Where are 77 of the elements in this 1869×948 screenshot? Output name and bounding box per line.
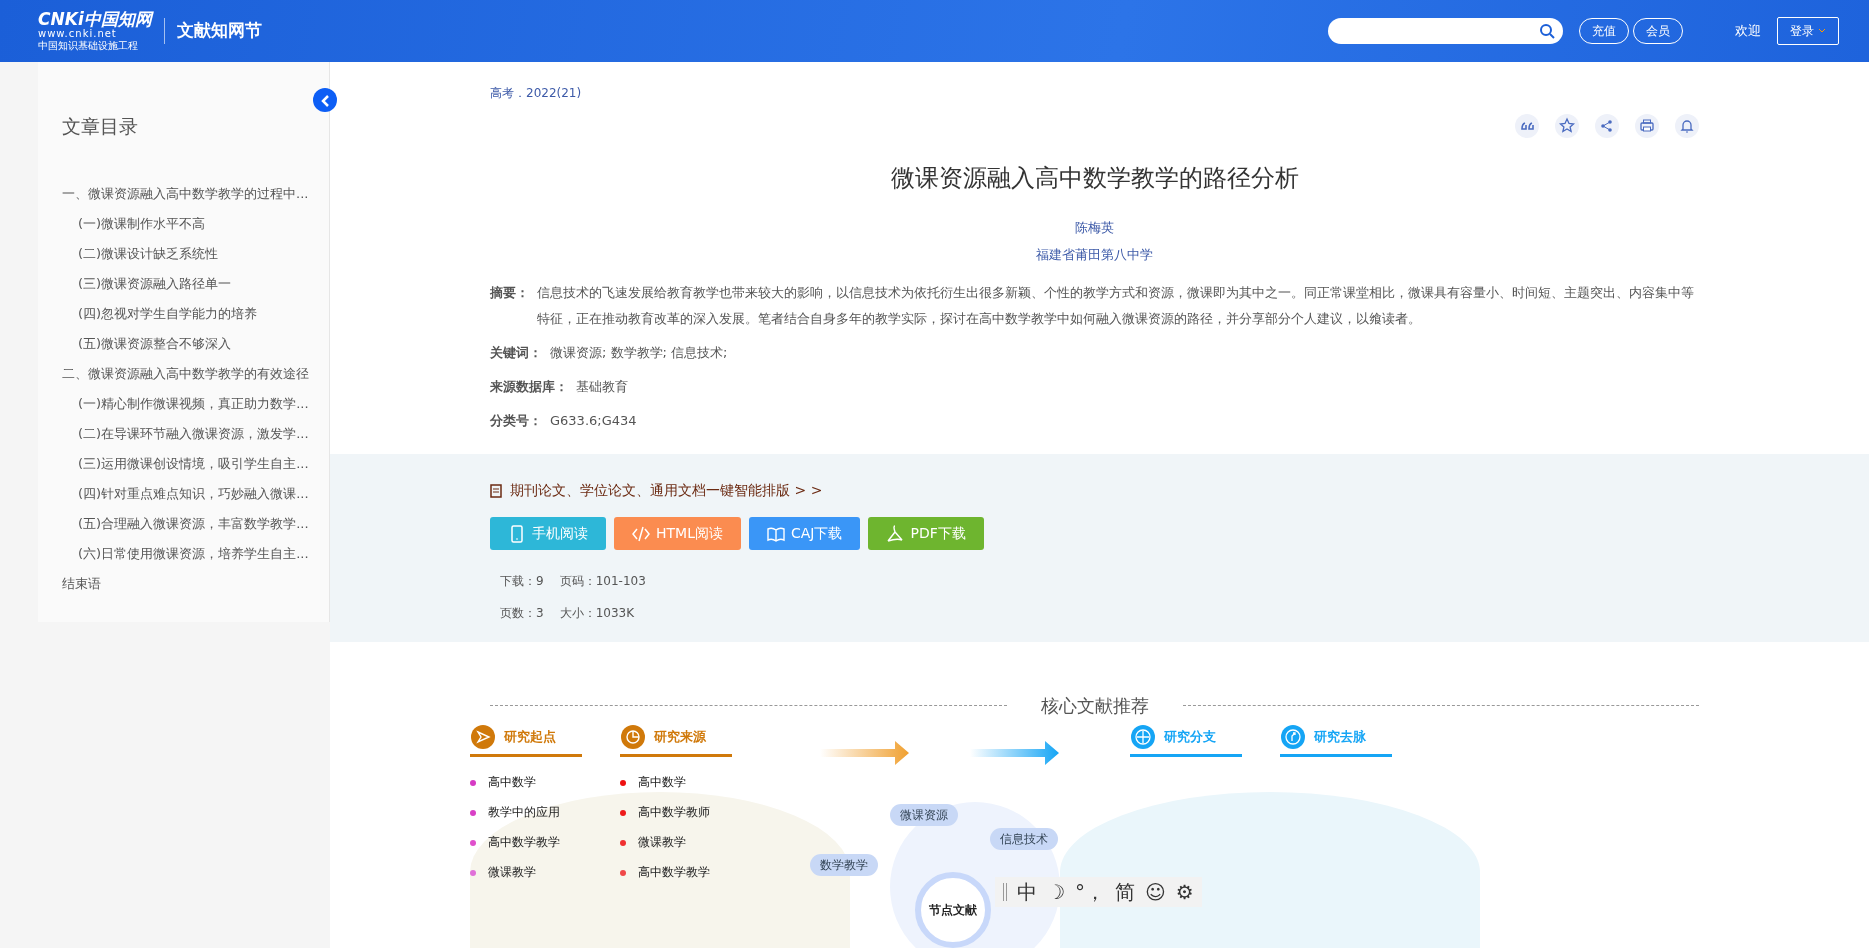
toc-item[interactable]: (四)忽视对学生自学能力的培养 bbox=[62, 298, 329, 329]
field-label: 来源数据库： bbox=[490, 378, 568, 396]
bell-button[interactable] bbox=[1675, 114, 1699, 138]
pdf-icon bbox=[886, 524, 905, 543]
ime-button[interactable]: °， bbox=[1074, 877, 1105, 907]
code-icon bbox=[632, 524, 650, 543]
toc-item[interactable]: (五)合理融入微课资源，丰富数学教学... bbox=[62, 508, 329, 539]
keyword-link[interactable]: 高中数学教学 bbox=[620, 857, 732, 887]
field-value: 信息技术的飞速发展给教育教学也带来较大的影响，以信息技术为依托衍生出很多新颖、个性的教学方式和资源，微课即为其中之一。同正常课堂相比，微课具有容量小、时间短、主题突出、内容集中等特征，正在推动教育改革的深入发展。笔者结合自身多年的教学实际，探讨在高中数学教学中如何融入微课资源的路径，并分享部分个人建议，以飨读者。 bbox=[537, 284, 1695, 328]
print-button[interactable] bbox=[1635, 114, 1659, 138]
field-value: 基础教育 bbox=[576, 378, 628, 396]
logo-text: CNKi中国知网 bbox=[38, 9, 152, 29]
toc-item[interactable]: (一)精心制作微课视频，真正助力数学... bbox=[62, 388, 329, 419]
field-label: 关键词： bbox=[490, 344, 542, 362]
article-title: 微课资源融入高中数学教学的路径分析 bbox=[889, 163, 1300, 194]
collapse-button[interactable] bbox=[313, 88, 337, 112]
toc-item[interactable]: 一、微课资源融入高中数学教学的过程中... bbox=[62, 178, 329, 209]
stat-text: 页数：3 bbox=[500, 605, 544, 622]
send-icon bbox=[470, 724, 496, 750]
ime-button[interactable]: 中 bbox=[1017, 877, 1037, 907]
quote-icon bbox=[1520, 122, 1534, 130]
toc-item[interactable]: 结束语 bbox=[62, 568, 329, 599]
stat-text: 页码：101-103 bbox=[559, 573, 646, 590]
arrow-icon bbox=[820, 740, 910, 766]
stat-text: 下载：9 bbox=[500, 573, 544, 590]
logo-subtitle: 中国知识基础设施工程 bbox=[38, 40, 139, 53]
quote-button[interactable] bbox=[1515, 114, 1539, 138]
author-name[interactable]: 陈梅英 bbox=[490, 214, 1699, 241]
arrow-icon bbox=[970, 740, 1060, 766]
institution-name[interactable]: 福建省莆田第八中学 bbox=[490, 241, 1699, 268]
ime-button[interactable]: ☽ bbox=[1047, 877, 1065, 907]
keyword-link[interactable]: 高中数学 bbox=[470, 767, 582, 797]
plus-circle-icon bbox=[1130, 724, 1156, 750]
toc-item[interactable]: 二、微课资源融入高中数学教学的有效途径 bbox=[62, 358, 329, 389]
toc-item[interactable]: (六)日常使用微课资源，培养学生自主... bbox=[62, 538, 329, 569]
node-tag[interactable]: 微课资源 bbox=[890, 804, 958, 826]
keyword-link[interactable]: 高中数学教学 bbox=[470, 827, 582, 857]
phone-icon bbox=[508, 524, 526, 543]
stat-text: 大小：1033K bbox=[559, 605, 635, 622]
site-name: 文献知网节 bbox=[163, 18, 262, 44]
toc-item[interactable]: (一)微课制作水平不高 bbox=[62, 208, 329, 239]
document-icon bbox=[490, 483, 502, 498]
caret-icon bbox=[1818, 28, 1826, 34]
toc-item[interactable]: (二)微课设计缺乏系统性 bbox=[62, 238, 329, 269]
promo-link[interactable]: 期刊论文、学位论文、通用文档一键智能排版 > > bbox=[510, 480, 823, 501]
toc-item[interactable]: (三)运用微课创设情境，吸引学生自主... bbox=[62, 448, 329, 479]
ime-button[interactable]: ☺ bbox=[1144, 877, 1166, 907]
section-title: 核心文献推荐 bbox=[1039, 694, 1150, 718]
search-icon[interactable] bbox=[1539, 23, 1555, 39]
field-label: 分类号： bbox=[490, 412, 542, 430]
welcome-text: 欢迎 bbox=[1735, 22, 1761, 41]
node-tag[interactable]: 信息技术 bbox=[990, 828, 1058, 850]
field-value: 微课资源; 数学教学; 信息技术; bbox=[550, 344, 728, 362]
field-value: G633.6;G434 bbox=[550, 412, 637, 430]
login-button[interactable]: 登录 bbox=[1777, 17, 1839, 45]
logo-url: www.cnki.net bbox=[38, 28, 118, 40]
field-label: 摘要： bbox=[490, 284, 529, 302]
toc-item[interactable]: (四)针对重点难点知识，巧妙融入微课... bbox=[62, 478, 329, 509]
pie-icon bbox=[620, 724, 646, 750]
sidebar-title: 文章目录 bbox=[62, 114, 139, 139]
journal-source[interactable]: 高考．2022(21) bbox=[490, 62, 1699, 102]
keyword-link[interactable]: 高中数学教师 bbox=[620, 797, 732, 827]
keyword-link[interactable]: 微课教学 bbox=[620, 827, 732, 857]
arrow-circle-icon bbox=[1280, 724, 1306, 750]
share-button[interactable] bbox=[1595, 114, 1619, 138]
keyword-link[interactable]: 微课教学 bbox=[470, 857, 582, 887]
toc-item[interactable]: (五)微课资源整合不够深入 bbox=[62, 328, 329, 359]
chevron-left-icon bbox=[320, 94, 330, 107]
toc-item[interactable]: (二)在导课环节融入微课资源，激发学... bbox=[62, 418, 329, 449]
search-field[interactable] bbox=[1328, 18, 1563, 44]
ime-button[interactable]: 简 bbox=[1114, 877, 1135, 907]
node-tag[interactable]: 数学教学 bbox=[810, 854, 878, 876]
star-button[interactable] bbox=[1555, 114, 1579, 138]
keyword-link[interactable]: 教学中的应用 bbox=[470, 797, 582, 827]
ime-button[interactable]: ⚙ bbox=[1175, 877, 1194, 907]
keyword-link[interactable]: 高中数学 bbox=[620, 767, 732, 797]
toc-item[interactable]: (三)微课资源融入路径单一 bbox=[62, 268, 329, 299]
